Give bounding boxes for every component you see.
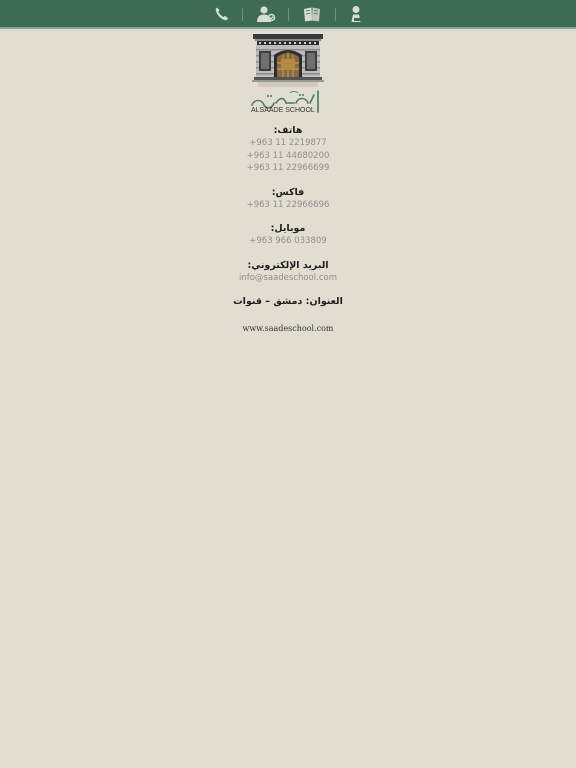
school-building-icon: ALSAADE SCHOOL <box>251 34 324 114</box>
phone-number-1[interactable]: +963 11 2219877 <box>0 137 576 150</box>
school-logo: ALSAADE SCHOOL <box>248 33 328 115</box>
logo-latin-text: ALSAADE SCHOOL <box>251 107 315 114</box>
website-link[interactable]: www.saadeschool.com <box>0 324 576 333</box>
email-label: البريد الإلكتروني: <box>247 259 329 271</box>
fax-label: فاكس: <box>271 186 305 198</box>
top-nav-bar <box>0 0 576 29</box>
phone-label: هاتف: <box>273 125 303 136</box>
book-icon[interactable] <box>301 3 323 25</box>
person-icon[interactable] <box>345 3 367 25</box>
email-link[interactable]: info@saadeschool.com <box>0 272 576 285</box>
mobile-label: موبايل: <box>270 223 306 234</box>
phone-number-3[interactable]: +963 11 22966699 <box>0 162 576 175</box>
contacts-icon[interactable] <box>255 3 277 25</box>
contact-info: هاتف: +963 11 2219877 +963 11 44680200 +… <box>0 122 576 333</box>
phone-number-2[interactable]: +963 11 44680200 <box>0 150 576 163</box>
fax-number: +963 11 22966696 <box>246 199 330 210</box>
nav-separator <box>335 8 336 21</box>
phone-icon[interactable] <box>211 3 233 25</box>
address-label: العنوان: دمشق – قنوات <box>233 296 343 307</box>
nav-separator <box>242 8 243 21</box>
mobile-number[interactable]: +963 966 033809 <box>0 235 576 248</box>
nav-separator <box>288 8 289 21</box>
